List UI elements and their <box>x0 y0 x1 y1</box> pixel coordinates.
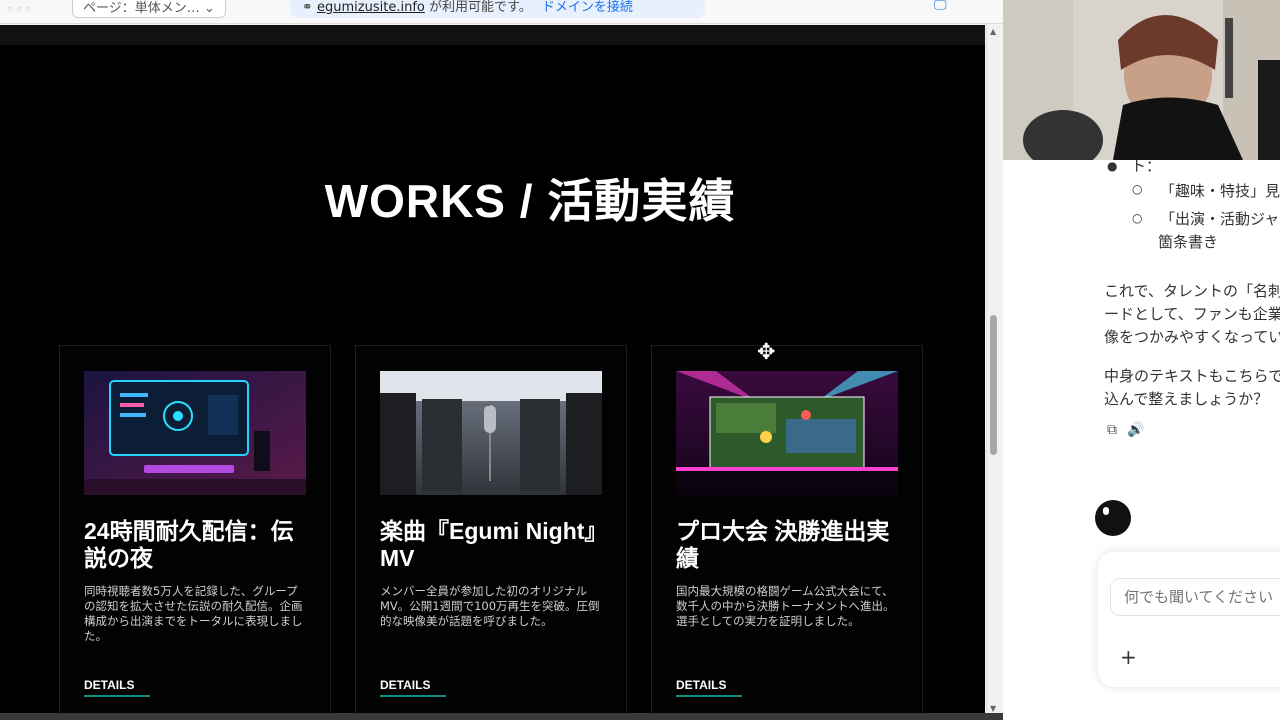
chat-line: 中身のテキストもこちらで <box>1104 367 1280 385</box>
monitor-icon[interactable]: 🖵 <box>934 0 947 13</box>
card-description: 同時視聴者数5万人を記録した、グループの認知を拡大させた伝説の耐久配信。企画構成… <box>84 584 303 643</box>
card-title: プロ大会 決勝進出実績 <box>676 518 890 571</box>
domain-message: が利用可能です。 <box>429 0 532 15</box>
chat-line: ト： <box>1131 160 1162 175</box>
site-preview: WORKS / 活動実績 24時間耐久配信：伝説の夜 同時視聴者数5万人を記録し… <box>0 25 985 713</box>
link-icon: ⚭ <box>302 0 318 15</box>
scroll-down-icon[interactable]: ▼ <box>990 704 996 713</box>
card-title: 楽曲『Egumi Night』MV <box>380 518 596 571</box>
chat-line: 像をつかみやすくなってい <box>1104 328 1280 346</box>
copy-speaker-icons[interactable]: ⧉🔊 <box>1107 422 1154 438</box>
details-link[interactable]: DETAILS <box>676 678 742 697</box>
card-image-microphone-studio <box>380 371 602 495</box>
window-controls-icon[interactable]: ◦◦◦ <box>6 2 34 18</box>
card-description: メンバー全員が参加した初のオリジナルMV。公開1週間で100万再生を突破。圧倒的… <box>380 584 600 628</box>
domain-notice: ⚭ egumizusite.info が利用可能です。 ドメインを接続 <box>290 0 705 18</box>
details-link[interactable]: DETAILS <box>84 678 150 697</box>
add-icon[interactable]: + <box>1120 645 1137 669</box>
taskbar-strip <box>0 713 1003 720</box>
details-link[interactable]: DETAILS <box>380 678 446 697</box>
scroll-up-icon[interactable]: ▲ <box>990 27 996 36</box>
header-strip <box>0 25 985 45</box>
chat-line: 「出演・活動ジャ <box>1160 210 1280 228</box>
domain-link[interactable]: egumizusite.info <box>317 0 425 15</box>
chat-line: 箇条書き <box>1158 233 1219 251</box>
bullet-circle: ○ <box>1132 182 1143 196</box>
works-section-title: WORKS / 活動実績 <box>324 175 736 227</box>
chat-line: 「趣味・特技」見 <box>1160 182 1280 200</box>
page-select-dropdown[interactable]: ページ：単体メン… ⌄ <box>72 0 226 18</box>
assistant-avatar <box>1095 500 1131 536</box>
webcam-overlay <box>1003 0 1280 160</box>
move-cursor-icon: ✥ <box>757 340 776 365</box>
chat-input-box: + <box>1098 552 1280 687</box>
bullet-dot: ● <box>1107 160 1118 173</box>
chat-line: ードとして、ファンも企業 <box>1104 305 1280 323</box>
chat-line: これで、タレントの「名刺 <box>1104 282 1280 300</box>
work-card[interactable]: 楽曲『Egumi Night』MV メンバー全員が参加した初のオリジナルMV。公… <box>355 345 627 713</box>
work-card[interactable]: プロ大会 決勝進出実績 国内最大規模の格闘ゲーム公式大会にて、数千人の中から決勝… <box>651 345 923 713</box>
card-image-gaming-setup <box>84 371 306 495</box>
browser-top-bar: ◦◦◦ ページ：単体メン… ⌄ ⚭ egumizusite.info が利用可能… <box>0 0 1003 24</box>
card-description: 国内最大規模の格闘ゲーム公式大会にて、数千人の中から決勝トーナメントへ進出。選手… <box>676 584 895 628</box>
bullet-circle: ○ <box>1132 211 1143 225</box>
vertical-scrollbar[interactable]: ▲ ▼ <box>986 25 1000 715</box>
work-card[interactable]: 24時間耐久配信：伝説の夜 同時視聴者数5万人を記録した、グループの認知を拡大さ… <box>59 345 331 713</box>
chat-panel: ● ト： ○ 「趣味・特技」見 ○ 「出演・活動ジャ 箇条書き これで、タレント… <box>1003 160 1280 720</box>
chat-input[interactable] <box>1110 578 1280 616</box>
connect-domain-link[interactable]: ドメインを接続 <box>542 0 633 15</box>
scrollbar-thumb[interactable] <box>990 315 997 455</box>
card-image-esports-stage <box>676 371 898 495</box>
chat-line: 込んで整えましょうか？ <box>1104 390 1269 408</box>
card-title: 24時間耐久配信：伝説の夜 <box>84 518 294 571</box>
